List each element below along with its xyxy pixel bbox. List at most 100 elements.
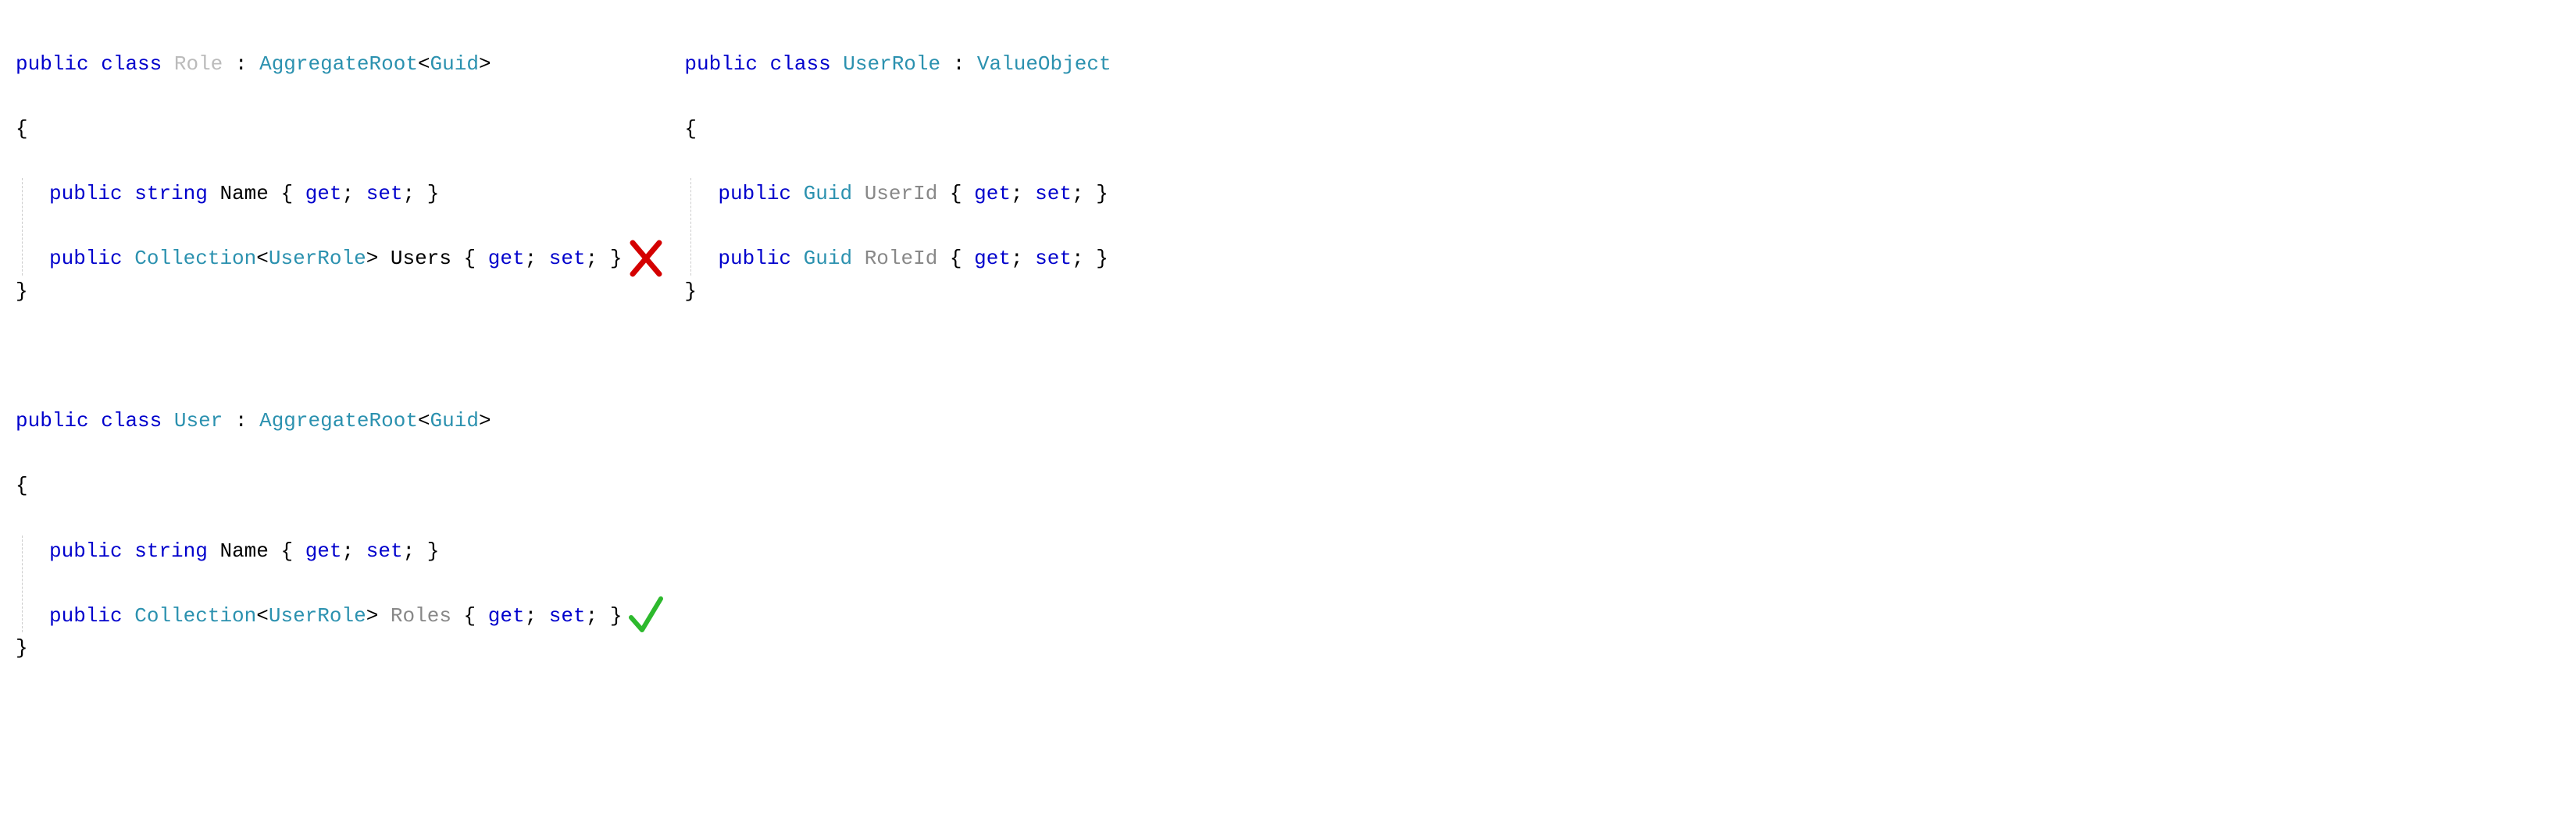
keyword-public: public: [16, 52, 89, 76]
lt: <: [256, 247, 269, 270]
semi: ;: [525, 247, 549, 270]
keyword-get: get: [974, 182, 1011, 205]
keyword-set: set: [366, 182, 403, 205]
accessor-open: {: [269, 182, 305, 205]
prop-name: Name: [219, 539, 268, 563]
prop-name: RoleId: [865, 247, 938, 270]
keyword-get: get: [974, 247, 1011, 270]
user-roles-line: public Collection<UserRole> Roles { get;…: [49, 600, 622, 633]
keyword-set: set: [549, 247, 586, 270]
semi: ;: [1011, 182, 1035, 205]
type-param: Guid: [430, 52, 479, 76]
keyword-public: public: [49, 247, 123, 270]
semi: ;: [403, 182, 427, 205]
lt: <: [256, 604, 269, 628]
accessor-close: }: [1096, 182, 1108, 205]
keyword-class: class: [770, 52, 831, 76]
type-param: Guid: [430, 409, 479, 432]
accessor-open: {: [937, 247, 974, 270]
type-collection: Collection: [134, 247, 256, 270]
accessor-close: }: [610, 604, 623, 628]
close-brace: }: [684, 276, 1111, 308]
class-name-user: User: [174, 409, 223, 432]
colon: :: [223, 409, 259, 432]
accessor-close: }: [427, 182, 440, 205]
class-name-role: Role: [174, 52, 223, 76]
accessor-open: {: [451, 247, 488, 270]
accessor-open: {: [937, 182, 974, 205]
keyword-public: public: [16, 409, 89, 432]
keyword-set: set: [366, 539, 403, 563]
keyword-set: set: [1035, 182, 1072, 205]
gt: >: [366, 247, 379, 270]
keyword-public: public: [718, 247, 791, 270]
type-string: string: [134, 182, 208, 205]
left-code-column: public class Role : AggregateRoot<Guid> …: [16, 16, 622, 697]
keyword-public: public: [49, 182, 123, 205]
accessor-open: {: [451, 604, 488, 628]
role-users-line: public Collection<UserRole> Users { get;…: [49, 243, 622, 276]
semi: ;: [1072, 182, 1096, 205]
semi: ;: [1072, 247, 1096, 270]
role-body: public string Name { get; set; } public …: [22, 178, 622, 276]
keyword-get: get: [305, 539, 342, 563]
keyword-public: public: [684, 52, 758, 76]
class-user-decl: public class User : AggregateRoot<Guid>: [16, 405, 622, 438]
base-type: AggregateRoot: [259, 409, 418, 432]
open-brace: {: [16, 113, 622, 146]
accessor-close: }: [610, 247, 623, 270]
open-brace: {: [16, 470, 622, 503]
type-string: string: [134, 539, 208, 563]
check-icon: [626, 592, 665, 639]
semi: ;: [525, 604, 549, 628]
prop-name: UserId: [865, 182, 938, 205]
type-guid: Guid: [804, 247, 852, 270]
keyword-public: public: [718, 182, 791, 205]
accessor-open: {: [269, 539, 305, 563]
semi: ;: [403, 539, 427, 563]
type-collection: Collection: [134, 604, 256, 628]
user-body: public string Name { get; set; } public …: [22, 536, 622, 633]
semi: ;: [342, 182, 366, 205]
cross-icon: [626, 235, 665, 282]
type-guid: Guid: [804, 182, 852, 205]
keyword-public: public: [49, 539, 123, 563]
semi: ;: [586, 604, 610, 628]
open-brace: {: [684, 113, 1111, 146]
semi: ;: [1011, 247, 1035, 270]
keyword-get: get: [305, 182, 342, 205]
userrole-body: public Guid UserId { get; set; } public …: [690, 178, 1108, 276]
accessor-close: }: [427, 539, 440, 563]
keyword-set: set: [549, 604, 586, 628]
semi: ;: [342, 539, 366, 563]
prop-name: Name: [219, 182, 268, 205]
gt: >: [366, 604, 379, 628]
close-brace: }: [16, 276, 622, 308]
class-userrole-decl: public class UserRole : ValueObject: [684, 48, 1111, 81]
type-userrole: UserRole: [269, 247, 366, 270]
type-userrole: UserRole: [269, 604, 366, 628]
prop-name: Users: [391, 247, 451, 270]
lt: <: [418, 409, 430, 432]
colon: :: [940, 52, 977, 76]
base-type: ValueObject: [977, 52, 1111, 76]
prop-name: Roles: [391, 604, 451, 628]
close-brace: }: [16, 632, 622, 665]
base-type: AggregateRoot: [259, 52, 418, 76]
gt: >: [479, 409, 491, 432]
class-role-decl: public class Role : AggregateRoot<Guid>: [16, 48, 622, 81]
accessor-close: }: [1096, 247, 1108, 270]
blank-line: [16, 340, 622, 373]
keyword-class: class: [101, 52, 162, 76]
keyword-set: set: [1035, 247, 1072, 270]
keyword-class: class: [101, 409, 162, 432]
semi: ;: [586, 247, 610, 270]
keyword-public: public: [49, 604, 123, 628]
class-name-userrole: UserRole: [843, 52, 940, 76]
lt: <: [418, 52, 430, 76]
keyword-get: get: [488, 604, 525, 628]
keyword-get: get: [488, 247, 525, 270]
colon: :: [223, 52, 259, 76]
right-code-column: public class UserRole : ValueObject { pu…: [684, 16, 1111, 697]
gt: >: [479, 52, 491, 76]
